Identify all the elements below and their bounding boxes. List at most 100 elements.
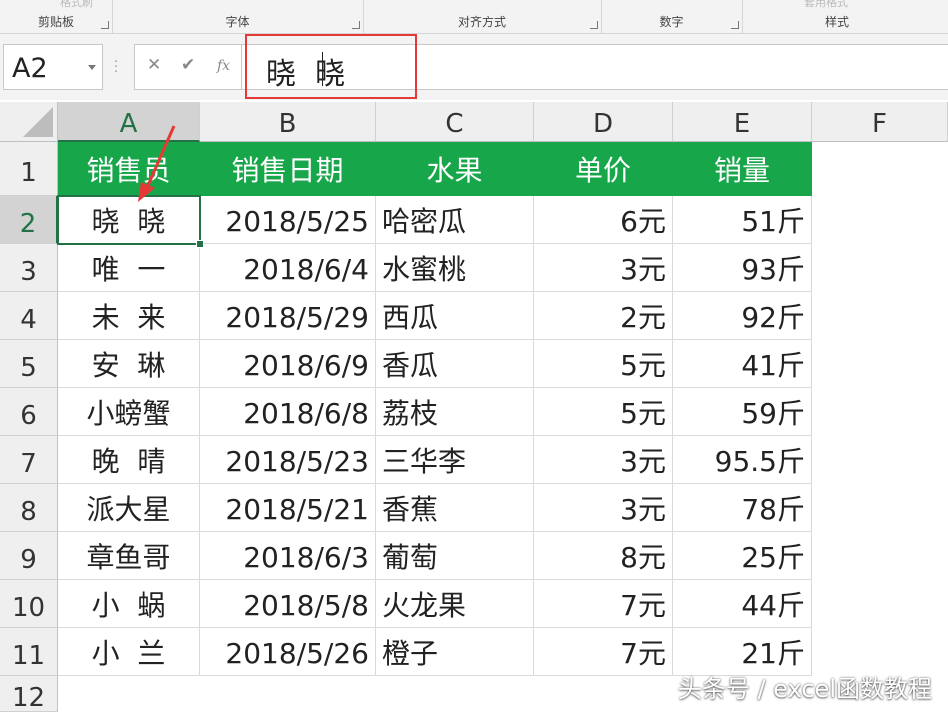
cell-empty[interactable] xyxy=(812,388,948,436)
cell-empty[interactable] xyxy=(812,436,948,484)
row-header-9[interactable]: 9 xyxy=(0,532,58,580)
cell-salesperson[interactable]: 章鱼哥 xyxy=(58,532,200,580)
cancel-icon[interactable]: ✕ xyxy=(147,55,161,75)
row-header-3[interactable]: 3 xyxy=(0,244,58,292)
cell-quantity[interactable]: 41斤 xyxy=(673,340,812,388)
ribbon-group-number[interactable]: 数字 xyxy=(601,0,743,33)
cell-salesperson[interactable]: 小螃蟹 xyxy=(58,388,200,436)
header-cell-date[interactable]: 销售日期 xyxy=(200,142,376,196)
cell-fruit[interactable]: 葡萄 xyxy=(376,532,534,580)
cell-salesperson[interactable]: 小 兰 xyxy=(58,628,200,676)
cell-empty[interactable] xyxy=(812,580,948,628)
cell-fruit[interactable]: 水蜜桃 xyxy=(376,244,534,292)
cell-quantity[interactable]: 51斤 xyxy=(673,196,812,244)
cell-fruit[interactable]: 火龙果 xyxy=(376,580,534,628)
cell-fruit[interactable]: 哈密瓜 xyxy=(376,196,534,244)
enter-icon[interactable]: ✔ xyxy=(181,55,195,75)
cell-price[interactable]: 3元 xyxy=(534,244,673,292)
ribbon-group-styles[interactable]: 套用格式 样式 xyxy=(742,0,932,33)
cell-fruit[interactable]: 橙子 xyxy=(376,628,534,676)
cell-price[interactable]: 5元 xyxy=(534,388,673,436)
row-header-8[interactable]: 8 xyxy=(0,484,58,532)
column-header-f[interactable]: F xyxy=(812,102,948,142)
row-header-11[interactable]: 11 xyxy=(0,628,58,676)
format-painter-label[interactable]: 格式刷 xyxy=(60,0,93,10)
cell-quantity[interactable]: 95.5斤 xyxy=(673,436,812,484)
cell-price[interactable]: 7元 xyxy=(534,628,673,676)
cell-fruit[interactable]: 荔枝 xyxy=(376,388,534,436)
cell-price[interactable]: 5元 xyxy=(534,340,673,388)
row-header-2[interactable]: 2 xyxy=(0,196,58,244)
dialog-launcher-icon[interactable] xyxy=(590,21,598,29)
row-header-10[interactable]: 10 xyxy=(0,580,58,628)
cell-price[interactable]: 3元 xyxy=(534,484,673,532)
select-all-button[interactable] xyxy=(0,102,58,142)
cell-empty[interactable] xyxy=(200,676,376,712)
cell-quantity[interactable]: 25斤 xyxy=(673,532,812,580)
header-cell-fruit[interactable]: 水果 xyxy=(376,142,534,196)
insert-function-icon[interactable]: fx xyxy=(217,58,230,74)
cell-quantity[interactable]: 93斤 xyxy=(673,244,812,292)
table-format-label[interactable]: 套用格式 xyxy=(804,0,848,10)
cell-date[interactable]: 2018/5/8 xyxy=(200,580,376,628)
cell-empty[interactable] xyxy=(812,196,948,244)
column-header-b[interactable]: B xyxy=(200,102,376,142)
cell-salesperson[interactable]: 小 蜗 xyxy=(58,580,200,628)
header-cell-quantity[interactable]: 销量 xyxy=(673,142,812,196)
cell-quantity[interactable]: 92斤 xyxy=(673,292,812,340)
name-box-value[interactable]: A2 xyxy=(12,53,48,84)
column-header-d[interactable]: D xyxy=(534,102,673,142)
cell-quantity[interactable]: 59斤 xyxy=(673,388,812,436)
cell-date[interactable]: 2018/5/23 xyxy=(200,436,376,484)
cell-empty[interactable] xyxy=(812,532,948,580)
cell-date[interactable]: 2018/6/3 xyxy=(200,532,376,580)
cell-empty[interactable] xyxy=(812,292,948,340)
cell-salesperson[interactable]: 派大星 xyxy=(58,484,200,532)
cell-salesperson[interactable]: 安 琳 xyxy=(58,340,200,388)
cell-date[interactable]: 2018/5/26 xyxy=(200,628,376,676)
dialog-launcher-icon[interactable] xyxy=(352,21,360,29)
cell-empty[interactable] xyxy=(812,142,948,196)
ribbon-group-alignment[interactable]: 对齐方式 xyxy=(363,0,602,33)
row-header-6[interactable]: 6 xyxy=(0,388,58,436)
cell-empty[interactable] xyxy=(812,484,948,532)
cell-price[interactable]: 8元 xyxy=(534,532,673,580)
chevron-down-icon[interactable] xyxy=(88,65,96,70)
cell-date[interactable]: 2018/6/9 xyxy=(200,340,376,388)
cell-empty[interactable] xyxy=(534,676,673,712)
row-header-7[interactable]: 7 xyxy=(0,436,58,484)
cell-quantity[interactable]: 78斤 xyxy=(673,484,812,532)
cell-fruit[interactable]: 香蕉 xyxy=(376,484,534,532)
name-box[interactable]: A2 xyxy=(3,44,103,90)
cell-price[interactable]: 7元 xyxy=(534,580,673,628)
cell-salesperson[interactable]: 晚 晴 xyxy=(58,436,200,484)
cell-price[interactable]: 3元 xyxy=(534,436,673,484)
cell-price[interactable]: 2元 xyxy=(534,292,673,340)
cell-empty[interactable] xyxy=(812,340,948,388)
cell-empty[interactable] xyxy=(58,676,200,712)
cell-date[interactable]: 2018/5/21 xyxy=(200,484,376,532)
ribbon-group-font[interactable]: 字体 xyxy=(112,0,364,33)
dialog-launcher-icon[interactable] xyxy=(101,21,109,29)
cell-fruit[interactable]: 三华李 xyxy=(376,436,534,484)
cell-salesperson[interactable]: 未 来 xyxy=(58,292,200,340)
column-header-c[interactable]: C xyxy=(376,102,534,142)
row-header-12[interactable]: 12 xyxy=(0,676,58,713)
cell-date[interactable]: 2018/5/25 xyxy=(200,196,376,244)
column-header-e[interactable]: E xyxy=(673,102,812,142)
header-cell-price[interactable]: 单价 xyxy=(534,142,673,196)
cell-fruit[interactable]: 香瓜 xyxy=(376,340,534,388)
cell-price[interactable]: 6元 xyxy=(534,196,673,244)
cell-date[interactable]: 2018/6/4 xyxy=(200,244,376,292)
cell-empty[interactable] xyxy=(812,244,948,292)
cell-date[interactable]: 2018/6/8 xyxy=(200,388,376,436)
row-header-5[interactable]: 5 xyxy=(0,340,58,388)
cell-quantity[interactable]: 44斤 xyxy=(673,580,812,628)
ribbon-group-clipboard[interactable]: 格式刷 剪贴板 xyxy=(0,0,113,33)
cell-date[interactable]: 2018/5/29 xyxy=(200,292,376,340)
resize-grip-icon[interactable]: · · · xyxy=(114,56,120,79)
dialog-launcher-icon[interactable] xyxy=(731,21,739,29)
cell-fruit[interactable]: 西瓜 xyxy=(376,292,534,340)
cell-salesperson[interactable]: 唯 一 xyxy=(58,244,200,292)
cell-empty[interactable] xyxy=(376,676,534,712)
